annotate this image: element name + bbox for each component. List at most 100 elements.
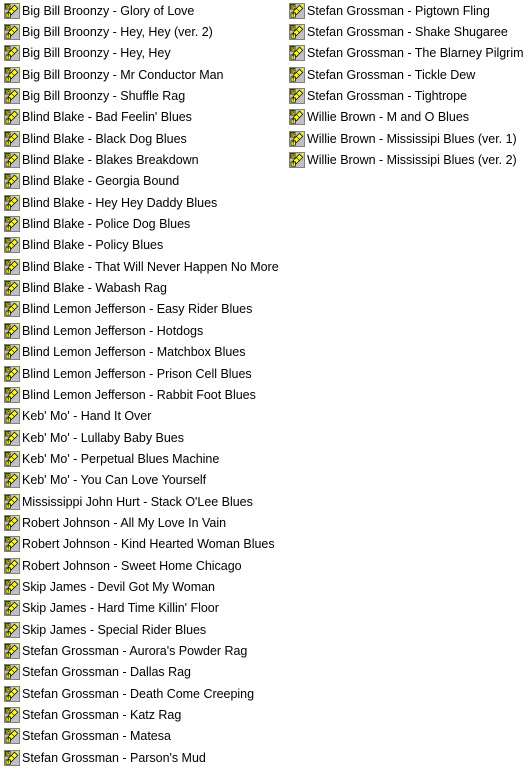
text-script-file-icon	[289, 152, 305, 169]
file-list-item[interactable]: Big Bill Broonzy - Hey, Hey	[0, 43, 280, 64]
file-name-label: Blind Lemon Jefferson - Matchbox Blues	[22, 345, 246, 360]
file-name-label: Keb' Mo' - You Can Love Yourself	[22, 473, 207, 488]
file-list-item[interactable]: Blind Lemon Jefferson - Hotdogs	[0, 320, 280, 341]
file-listing: Big Bill Broonzy - Glory of Love Big Bill…	[0, 0, 528, 773]
file-name-label: Blind Blake - Police Dog Blues	[22, 217, 191, 232]
text-script-file-icon	[4, 472, 20, 489]
file-name-label: Blind Blake - Policy Blues	[22, 238, 164, 253]
text-script-file-icon	[4, 24, 20, 41]
text-script-file-icon	[4, 749, 20, 766]
file-list-item[interactable]: Blind Lemon Jefferson - Matchbox Blues	[0, 342, 280, 363]
file-list-item[interactable]: Blind Blake - Policy Blues	[0, 235, 280, 256]
file-list-item[interactable]: Blind Blake - Blakes Breakdown	[0, 149, 280, 170]
text-script-file-icon	[4, 536, 20, 553]
file-list-item[interactable]: Stefan Grossman - Katz Rag	[0, 704, 280, 725]
file-list-item[interactable]: Willie Brown - Mississipi Blues (ver. 2)	[285, 149, 528, 170]
text-script-file-icon	[4, 301, 20, 318]
file-list-item[interactable]: Mississippi John Hurt - Stack O'Lee Blue…	[0, 491, 280, 512]
file-list-item[interactable]: Skip James - Special Rider Blues	[0, 619, 280, 640]
file-name-label: Blind Lemon Jefferson - Hotdogs	[22, 323, 204, 338]
file-list-column-left: Big Bill Broonzy - Glory of Love Big Bill…	[0, 0, 280, 768]
text-script-file-icon	[4, 642, 20, 659]
text-script-file-icon	[4, 493, 20, 510]
file-list-item[interactable]: Willie Brown - M and O Blues	[285, 107, 528, 128]
file-name-label: Stefan Grossman - Pigtown Fling	[307, 3, 490, 18]
text-script-file-icon	[4, 408, 20, 425]
file-name-label: Big Bill Broonzy - Hey, Hey	[22, 46, 171, 61]
text-script-file-icon	[4, 2, 20, 19]
text-script-file-icon	[4, 685, 20, 702]
file-list-item[interactable]: Blind Lemon Jefferson - Prison Cell Blue…	[0, 363, 280, 384]
file-name-label: Blind Lemon Jefferson - Prison Cell Blue…	[22, 366, 252, 381]
text-script-file-icon	[4, 621, 20, 638]
file-list-item[interactable]: Big Bill Broonzy - Hey, Hey (ver. 2)	[0, 21, 280, 42]
text-script-file-icon	[4, 173, 20, 190]
file-name-label: Big Bill Broonzy - Hey, Hey (ver. 2)	[22, 25, 213, 40]
file-list-item[interactable]: Stefan Grossman - Parson's Mud	[0, 747, 280, 768]
file-name-label: Keb' Mo' - Perpetual Blues Machine	[22, 451, 220, 466]
file-name-label: Blind Blake - Blakes Breakdown	[22, 153, 199, 168]
file-name-label: Stefan Grossman - Tickle Dew	[307, 67, 476, 82]
text-script-file-icon	[4, 194, 20, 211]
text-script-file-icon	[4, 66, 20, 83]
file-list-item[interactable]: Robert Johnson - All My Love In Vain	[0, 512, 280, 533]
file-list-item[interactable]: Skip James - Hard Time Killin' Floor	[0, 598, 280, 619]
text-script-file-icon	[4, 280, 20, 297]
file-list-item[interactable]: Stefan Grossman - Shake Shugaree	[285, 21, 528, 42]
file-list-item[interactable]: Blind Blake - Police Dog Blues	[0, 213, 280, 234]
file-list-item[interactable]: Skip James - Devil Got My Woman	[0, 576, 280, 597]
file-name-label: Stefan Grossman - Dallas Rag	[22, 665, 191, 680]
text-script-file-icon	[4, 386, 20, 403]
file-list-item[interactable]: Stefan Grossman - Matesa	[0, 726, 280, 747]
text-script-file-icon	[4, 152, 20, 169]
file-list-item[interactable]: Stefan Grossman - The Blarney Pilgrim	[285, 43, 528, 64]
text-script-file-icon	[289, 24, 305, 41]
text-script-file-icon	[4, 664, 20, 681]
file-list-item[interactable]: Stefan Grossman - Tightrope	[285, 85, 528, 106]
file-list-item[interactable]: Stefan Grossman - Death Come Creeping	[0, 683, 280, 704]
file-name-label: Stefan Grossman - Tightrope	[307, 89, 467, 104]
file-list-item[interactable]: Robert Johnson - Sweet Home Chicago	[0, 555, 280, 576]
file-name-label: Blind Blake - Georgia Bound	[22, 174, 180, 189]
text-script-file-icon	[4, 728, 20, 745]
file-list-item[interactable]: Big Bill Broonzy - Glory of Love	[0, 0, 280, 21]
file-name-label: Stefan Grossman - Katz Rag	[22, 708, 182, 723]
file-list-item[interactable]: Big Bill Broonzy - Mr Conductor Man	[0, 64, 280, 85]
text-script-file-icon	[289, 109, 305, 126]
file-list-item[interactable]: Stefan Grossman - Tickle Dew	[285, 64, 528, 85]
file-list-item[interactable]: Robert Johnson - Kind Hearted Woman Blue…	[0, 534, 280, 555]
file-name-label: Robert Johnson - Kind Hearted Woman Blue…	[22, 537, 275, 552]
file-list-item[interactable]: Stefan Grossman - Aurora's Powder Rag	[0, 640, 280, 661]
file-list-item[interactable]: Keb' Mo' - Lullaby Baby Bues	[0, 427, 280, 448]
file-list-item[interactable]: Keb' Mo' - Hand It Over	[0, 406, 280, 427]
file-name-label: Keb' Mo' - Lullaby Baby Bues	[22, 430, 184, 445]
file-list-item[interactable]: Blind Blake - Bad Feelin' Blues	[0, 107, 280, 128]
text-script-file-icon	[4, 45, 20, 62]
file-list-item[interactable]: Blind Blake - Black Dog Blues	[0, 128, 280, 149]
text-script-file-icon	[4, 88, 20, 105]
file-list-item[interactable]: Blind Lemon Jefferson - Easy Rider Blues	[0, 299, 280, 320]
file-list-item[interactable]: Keb' Mo' - Perpetual Blues Machine	[0, 448, 280, 469]
file-name-label: Blind Blake - Hey Hey Daddy Blues	[22, 195, 218, 210]
text-script-file-icon	[4, 429, 20, 446]
text-script-file-icon	[289, 66, 305, 83]
file-list-item[interactable]: Blind Blake - Wabash Rag	[0, 277, 280, 298]
file-list-item[interactable]: Blind Blake - Hey Hey Daddy Blues	[0, 192, 280, 213]
file-name-label: Willie Brown - Mississipi Blues (ver. 2)	[307, 153, 517, 168]
file-name-label: Skip James - Special Rider Blues	[22, 622, 207, 637]
file-list-item[interactable]: Blind Blake - That Will Never Happen No …	[0, 256, 280, 277]
file-list-item[interactable]: Blind Blake - Georgia Bound	[0, 171, 280, 192]
file-list-item[interactable]: Keb' Mo' - You Can Love Yourself	[0, 470, 280, 491]
file-list-item[interactable]: Blind Lemon Jefferson - Rabbit Foot Blue…	[0, 384, 280, 405]
file-name-label: Stefan Grossman - Death Come Creeping	[22, 686, 255, 701]
file-list-item[interactable]: Stefan Grossman - Pigtown Fling	[285, 0, 528, 21]
file-name-label: Blind Blake - Black Dog Blues	[22, 131, 187, 146]
file-list-item[interactable]: Big Bill Broonzy - Shuffle Rag	[0, 85, 280, 106]
file-list-item[interactable]: Stefan Grossman - Dallas Rag	[0, 662, 280, 683]
text-script-file-icon	[289, 2, 305, 19]
file-name-label: Robert Johnson - All My Love In Vain	[22, 515, 227, 530]
text-script-file-icon	[289, 130, 305, 147]
text-script-file-icon	[4, 130, 20, 147]
file-list-item[interactable]: Willie Brown - Mississipi Blues (ver. 1)	[285, 128, 528, 149]
text-script-file-icon	[4, 514, 20, 531]
